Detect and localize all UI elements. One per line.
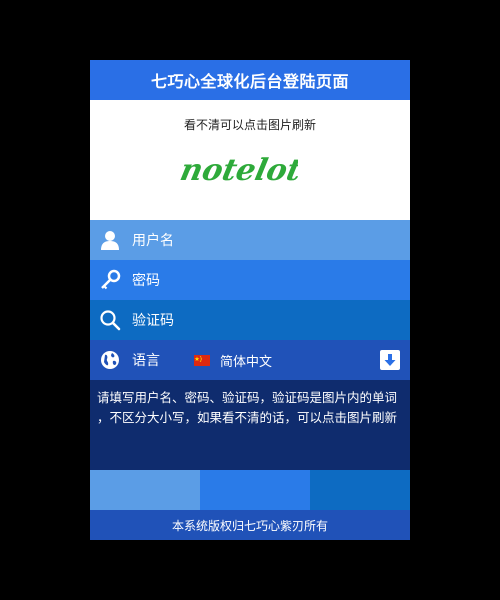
username-field[interactable]: 用户名 <box>90 220 410 260</box>
language-select[interactable]: 简体中文 <box>194 340 272 380</box>
key-icon <box>90 260 130 300</box>
language-label: 语言 <box>132 353 160 369</box>
language-row: 语言 简体中文 <box>90 340 410 380</box>
captcha-area[interactable]: 看不清可以点击图片刷新 notelot <box>90 100 410 220</box>
verification-code-label: 验证码 <box>132 313 174 329</box>
china-flag-icon <box>194 354 210 366</box>
captcha-image[interactable]: notelot <box>178 146 298 194</box>
help-text-line-2: ，不区分大小写，如果看不清的话，可以点击图片刷新 <box>97 410 398 425</box>
globe-icon <box>90 340 130 380</box>
help-text-line-1: 请填写用户名、密码、验证码，验证码是图片内的单词 <box>97 390 398 405</box>
username-label: 用户名 <box>132 233 174 249</box>
arrow-down-icon <box>384 354 396 366</box>
captcha-text: notelot <box>178 153 298 188</box>
verification-code-field[interactable]: 验证码 <box>90 300 410 340</box>
action-buttons <box>90 470 410 510</box>
language-dropdown-button[interactable] <box>380 350 400 370</box>
action-button-3[interactable] <box>310 470 410 510</box>
action-button-2[interactable] <box>200 470 310 510</box>
login-panel: 七巧心全球化后台登陆页面 看不清可以点击图片刷新 notelot 用户名 密码 <box>90 60 410 540</box>
help-text: 请填写用户名、密码、验证码，验证码是图片内的单词 ，不区分大小写，如果看不清的话… <box>90 380 410 470</box>
page-header: 七巧心全球化后台登陆页面 <box>90 60 410 100</box>
copyright-text: 本系统版权归七巧心紫刃所有 <box>171 518 328 533</box>
action-button-1[interactable] <box>90 470 200 510</box>
password-label: 密码 <box>132 273 160 289</box>
user-icon <box>90 220 130 260</box>
language-value: 简体中文 <box>220 354 273 370</box>
captcha-hint: 看不清可以点击图片刷新 <box>183 118 316 132</box>
page-title: 七巧心全球化后台登陆页面 <box>150 72 349 91</box>
search-icon <box>90 300 130 340</box>
footer: 本系统版权归七巧心紫刃所有 <box>90 510 410 540</box>
password-field[interactable]: 密码 <box>90 260 410 300</box>
